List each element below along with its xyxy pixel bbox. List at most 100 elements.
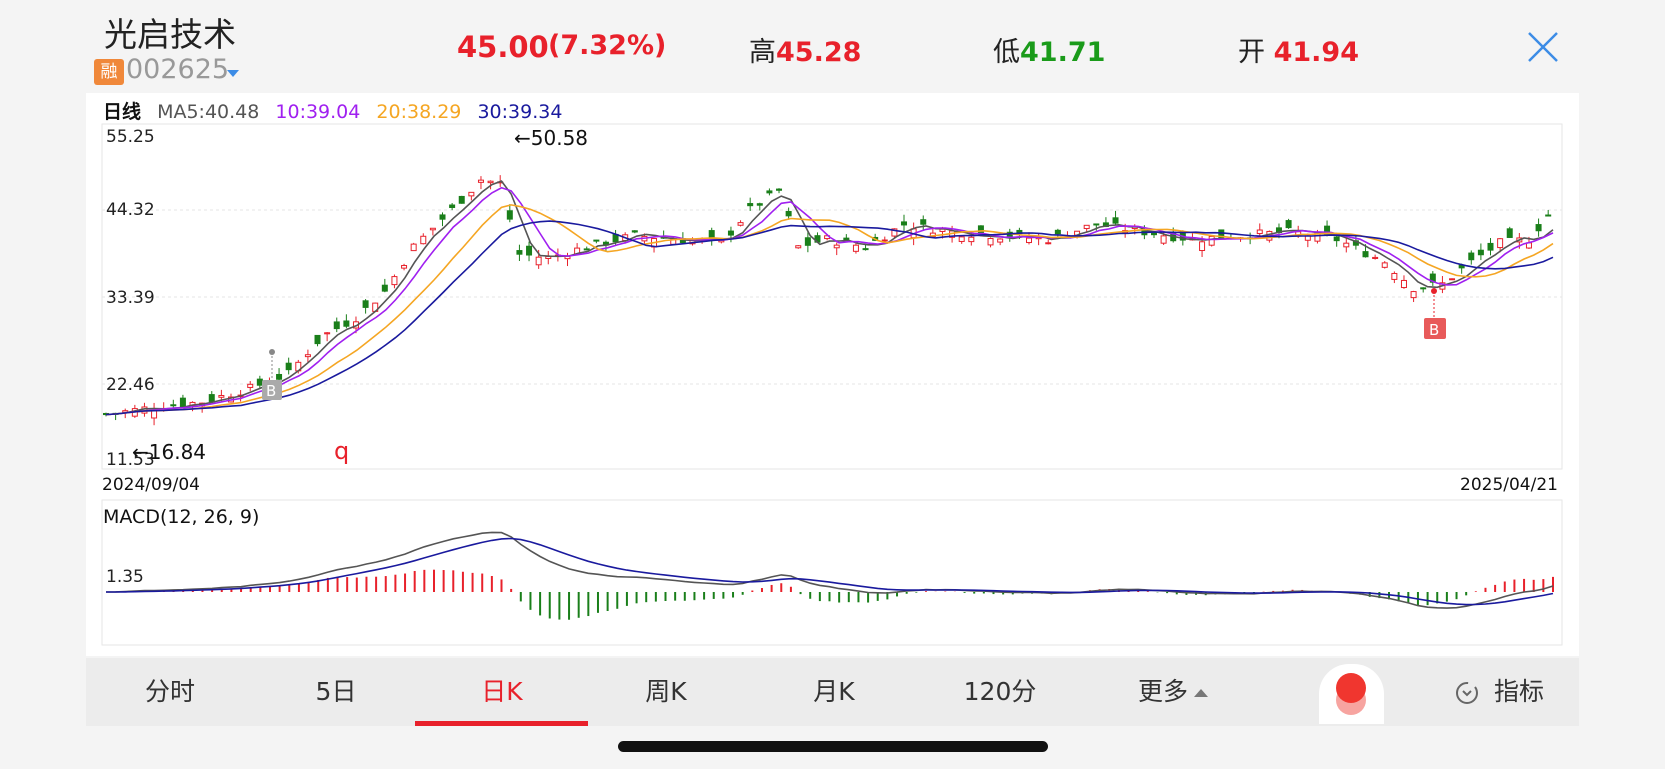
candle-body: [901, 221, 908, 226]
candle-body: [747, 203, 754, 207]
candle-body: [1449, 278, 1456, 281]
candle-body: [429, 227, 436, 231]
candle-body: [468, 191, 475, 197]
candle-body: [1256, 229, 1263, 235]
candle-body: [1391, 272, 1398, 280]
candle-body: [333, 321, 340, 330]
buy-marker[interactable]: B: [1424, 288, 1446, 339]
candle-body: [1497, 238, 1504, 249]
tab-monthly-k[interactable]: 月K: [794, 658, 874, 726]
ma-lines: [105, 180, 1554, 416]
candle-body: [314, 334, 321, 345]
candle-body: [997, 238, 1004, 243]
candle-body: [1506, 228, 1513, 238]
candle-body: [1333, 236, 1340, 242]
candle-body: [362, 300, 369, 308]
candle-body: [737, 222, 744, 226]
candle-body: [439, 214, 446, 220]
candle-body: [1083, 224, 1090, 230]
candle-body: [1208, 235, 1215, 246]
candle-body: [218, 395, 225, 398]
candle-body: [487, 180, 494, 184]
candle-body: [1045, 242, 1052, 245]
macd-title: MACD(12, 26, 9): [103, 506, 259, 528]
candle-body: [526, 245, 533, 256]
buy-marker-label: B: [1429, 321, 1439, 339]
ma10-line: [105, 186, 1554, 416]
candle-body: [516, 250, 523, 255]
tab-120min[interactable]: 120分: [950, 658, 1050, 726]
candle-body: [1362, 251, 1369, 258]
tab-indicator-label: 指标: [1494, 677, 1545, 706]
candle-body: [420, 235, 427, 245]
ma5-line: [105, 180, 1554, 416]
candle-body: [381, 284, 388, 292]
candle-body: [1410, 291, 1417, 299]
candle-body: [631, 230, 638, 233]
candle-body: [410, 243, 417, 252]
candle-body: [1199, 241, 1206, 252]
tab-weekly-k[interactable]: 周K: [626, 658, 706, 726]
candle-body: [401, 265, 408, 269]
candle-body: [1420, 287, 1427, 290]
candle-body: [766, 190, 773, 194]
candle-body: [506, 210, 513, 220]
buy-marker-label: B: [266, 382, 276, 400]
candle-body: [833, 244, 840, 249]
candle-body: [477, 179, 484, 183]
candle-body: [1535, 224, 1542, 232]
macd-series: [105, 531, 1554, 620]
tab-indicator[interactable]: 指标: [1454, 658, 1584, 726]
candle-body: [1477, 249, 1484, 256]
candle-body: [1218, 229, 1225, 240]
candle-body: [987, 238, 994, 246]
candle-body: [170, 404, 177, 407]
tab-daily-k[interactable]: 日K: [462, 658, 542, 726]
candle-body: [324, 332, 331, 335]
candle-body: [1026, 237, 1033, 244]
candle-body: [1112, 217, 1119, 224]
q-label: q: [334, 437, 349, 465]
tab-5day[interactable]: 5日: [296, 658, 376, 726]
candle-body: [852, 244, 859, 252]
candle-body: [1343, 242, 1350, 248]
min-price-label: ←16.84: [132, 440, 206, 464]
candle-body: [276, 373, 283, 380]
candle-body: [1285, 220, 1292, 229]
candle-body: [304, 354, 311, 358]
candle-body: [727, 230, 734, 236]
candle-body: [862, 248, 869, 251]
candle-body: [795, 245, 802, 249]
candle-body: [458, 195, 465, 204]
candle-body: [1468, 252, 1475, 261]
candle-body: [208, 394, 215, 402]
candle-body: [785, 210, 792, 217]
y-tick-label: 22.46: [106, 375, 155, 395]
tab-more[interactable]: 更多: [1138, 658, 1234, 726]
candle-body: [593, 239, 600, 242]
caret-up-icon: [1194, 689, 1209, 697]
candle-body: [391, 276, 398, 286]
tab-intraday[interactable]: 分时: [130, 658, 210, 726]
y-tick-label: 55.25: [106, 127, 155, 147]
tab-more-label: 更多: [1138, 677, 1189, 706]
refresh-icon: [1456, 682, 1478, 704]
candle-body: [247, 383, 254, 388]
candle-body: [1054, 229, 1061, 235]
candle-body: [535, 256, 542, 266]
end-date: 2025/04/21: [1460, 475, 1558, 495]
candlestick-series: [103, 175, 1552, 426]
candle-body: [1372, 256, 1379, 259]
candle-body: [1381, 262, 1388, 268]
ma30-line: [105, 220, 1554, 416]
candle-body: [756, 203, 763, 206]
candle-body: [1093, 223, 1100, 226]
candle-body: [583, 248, 590, 251]
start-date: 2024/09/04: [102, 475, 200, 495]
active-tab-indicator: [415, 721, 588, 726]
candle-body: [881, 239, 888, 242]
floating-assistant[interactable]: [1319, 664, 1384, 724]
candle-body: [256, 378, 263, 386]
candle-body: [179, 397, 186, 408]
kline-chart[interactable]: 55.25 44.32 33.39 22.46 11.53 ←50.58 ←16…: [0, 0, 1665, 769]
